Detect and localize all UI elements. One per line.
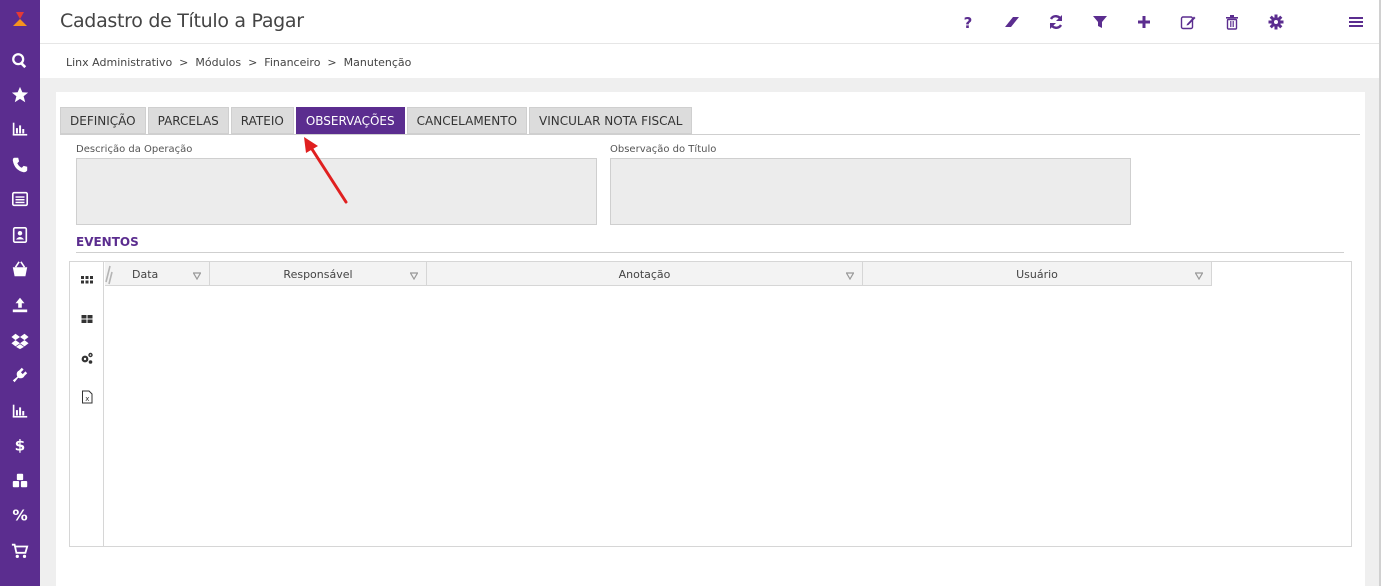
tab-vincular-nota-fiscal[interactable]: VINCULAR NOTA FISCAL [529,107,693,134]
percent-icon[interactable]: % [0,500,40,530]
filter-icon[interactable] [845,270,855,281]
svg-text:x: x [85,395,89,403]
edit-icon[interactable] [1178,12,1198,32]
trash-icon[interactable] [1222,12,1242,32]
svg-text:?: ? [964,14,973,30]
column-header-data[interactable]: Data [113,262,210,286]
refresh-icon[interactable] [1046,12,1066,32]
filter-icon[interactable] [409,270,419,281]
svg-text:%: % [12,506,27,524]
phone-icon[interactable] [0,150,40,180]
tab-parcelas[interactable]: PARCELAS [147,107,229,134]
eraser-icon[interactable] [1002,12,1022,32]
star-icon[interactable] [0,80,40,110]
settings-gears-icon[interactable] [79,350,95,366]
layout-grid-icon[interactable] [79,311,95,327]
gear-icon[interactable] [1266,12,1286,32]
plug-icon[interactable] [0,360,40,390]
breadcrumb: Linx Administrativo > Módulos > Financei… [66,56,412,69]
help-icon[interactable]: ? [958,12,978,32]
sidebar: $ % [0,0,40,586]
dropbox-icon[interactable] [0,326,40,356]
column-header-anotacao[interactable]: Anotação [427,262,863,286]
bar-chart-icon[interactable] [0,114,40,144]
tab-observacoes[interactable]: OBSERVAÇÕES [295,107,405,134]
tab-rateio[interactable]: RATEIO [230,107,294,134]
descricao-textarea[interactable] [76,158,597,225]
svg-text:$: $ [15,436,26,454]
grid-header: Data Responsável Anotação Usuário [105,262,1212,286]
list-icon[interactable] [0,184,40,214]
column-label: Responsável [283,267,353,281]
page-title: Cadastro de Título a Pagar [60,10,304,32]
search-icon[interactable] [0,46,40,76]
column-chooser-icon[interactable] [79,272,95,288]
observacao-textarea[interactable] [610,158,1131,225]
column-label: Usuário [1016,267,1058,281]
tab-divider [60,134,1360,135]
logo-icon[interactable] [0,4,40,34]
filter-icon[interactable] [1194,270,1204,281]
descricao-label: Descrição da Operação [76,144,193,155]
bar-chart-icon[interactable] [0,396,40,426]
events-title: EVENTOS [76,235,139,249]
observacao-label: Observação do Título [610,144,717,155]
contact-icon[interactable] [0,220,40,250]
dollar-icon[interactable]: $ [0,430,40,460]
tab-bar: DEFINIÇÃO PARCELAS RATEIO OBSERVAÇÕES CA… [60,107,693,134]
drag-handle[interactable] [105,262,113,286]
export-excel-icon[interactable]: x [79,389,95,405]
upload-icon[interactable] [0,290,40,320]
column-label: Anotação [618,267,671,281]
app-header: Cadastro de Título a Pagar ? [40,0,1381,44]
filter-icon[interactable] [1090,12,1110,32]
tab-definicao[interactable]: DEFINIÇÃO [60,107,146,134]
column-header-usuario[interactable]: Usuário [863,262,1212,286]
cubes-icon[interactable] [0,466,40,496]
events-grid: x Data Responsável Anotação Usuário [69,261,1352,547]
cart-icon[interactable] [0,536,40,566]
filter-icon[interactable] [192,270,202,281]
basket-icon[interactable] [0,254,40,284]
plus-icon[interactable] [1134,12,1154,32]
events-divider [76,252,1344,253]
column-label: Data [132,267,159,281]
menu-icon[interactable] [1346,12,1366,32]
column-header-responsavel[interactable]: Responsável [210,262,427,286]
tab-cancelamento[interactable]: CANCELAMENTO [406,107,528,134]
breadcrumb-bar: Linx Administrativo > Módulos > Financei… [40,44,1381,78]
grid-toolbar: x [70,262,104,546]
